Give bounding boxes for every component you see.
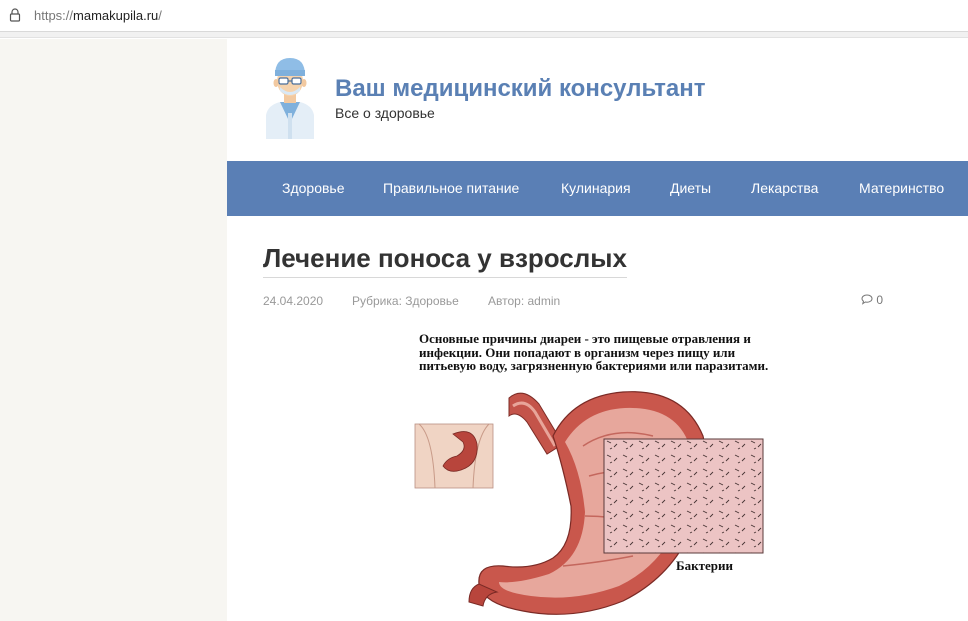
comment-icon <box>861 294 873 305</box>
comments-link[interactable]: 0 <box>861 293 883 307</box>
comments-count: 0 <box>876 293 884 307</box>
doctor-logo-icon[interactable] <box>262 53 318 139</box>
nav-item-cooking[interactable]: Кулинария <box>561 180 631 196</box>
post-date: 24.04.2020 <box>263 294 324 308</box>
torso-inset <box>414 423 494 489</box>
page-side-background <box>0 39 227 621</box>
nav-item-motherhood[interactable]: Материнство <box>859 180 944 196</box>
address-bar[interactable]: https://mamakupila.ru/ <box>0 0 968 32</box>
post-category[interactable]: Рубрика: Здоровье <box>352 294 459 308</box>
site-title[interactable]: Ваш медицинский консультант <box>335 75 705 103</box>
site-description: Все о здоровье <box>335 105 435 121</box>
lock-icon <box>9 8 21 22</box>
nav-item-health[interactable]: Здоровье <box>282 180 345 196</box>
stomach-illustration <box>414 391 764 615</box>
browser-divider <box>0 32 968 38</box>
post-author[interactable]: Автор: admin <box>488 294 560 308</box>
nav-item-medicines[interactable]: Лекарства <box>751 180 818 196</box>
nav-item-proper-nutrition[interactable]: Правильное питание <box>383 180 519 196</box>
post-title: Лечение поноса у взрослых <box>263 243 627 278</box>
page-content: Ваш медицинский консультант Все о здоров… <box>227 39 968 621</box>
nav-item-diets[interactable]: Диеты <box>670 180 711 196</box>
main-nav: Здоровье Правильное питание Кулинария Ди… <box>227 161 968 216</box>
bacteria-label: Бактерии <box>676 558 733 573</box>
bacteria-magnified-panel <box>603 438 764 554</box>
url-text[interactable]: https://mamakupila.ru/ <box>34 8 162 23</box>
article-illustration: Основные причины диареи - это пищевые от… <box>413 326 773 621</box>
